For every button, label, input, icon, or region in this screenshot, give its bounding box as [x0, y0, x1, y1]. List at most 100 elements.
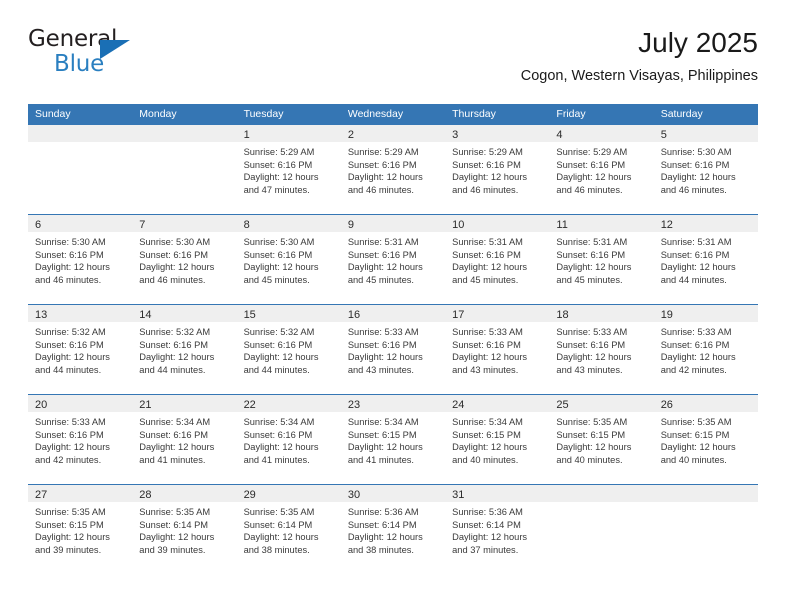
day-detail-line: Sunset: 6:14 PM	[347, 519, 417, 530]
day-cell-7[interactable]: 7 Sunrise: 5:30 AM Sunset: 6:16 PM Daylight…	[132, 215, 237, 304]
day-cell-8[interactable]: 8 Sunrise: 5:30 AM Sunset: 6:16 PM Daylight…	[236, 215, 341, 304]
day-cell-29[interactable]: 29 Sunrise: 5:35 AM Sunset: 6:14 PM Dayligh…	[236, 485, 341, 574]
day-detail-line: Sunrise: 5:36 AM	[347, 507, 419, 517]
day-number-band: 7	[132, 215, 237, 232]
day-cell-1[interactable]: 1 Sunrise: 5:29 AM Sunset: 6:16 PM Daylight…	[236, 125, 341, 214]
day-details: Sunrise: 5:32 AM Sunset: 6:16 PM Daylight:…	[237, 322, 341, 376]
day-number: 1	[243, 129, 250, 141]
day-detail-line: Sunset: 6:16 PM	[347, 339, 417, 350]
day-number-band: 13	[28, 305, 133, 322]
day-number-band: 28	[132, 485, 237, 502]
day-detail-line: and 39 minutes.	[35, 544, 102, 555]
day-detail-line: Sunset: 6:16 PM	[347, 249, 417, 260]
day-number-band: 27	[28, 485, 133, 502]
day-cell-6[interactable]: 6 Sunrise: 5:30 AM Sunset: 6:16 PM Daylight…	[28, 215, 133, 304]
day-detail-line: Sunrise: 5:33 AM	[35, 417, 106, 427]
day-detail-line: Sunset: 6:16 PM	[243, 339, 313, 350]
day-detail-line: and 44 minutes.	[139, 364, 206, 375]
day-detail-line: Sunrise: 5:35 AM	[243, 507, 315, 517]
day-detail-line: Daylight: 12 hours	[139, 532, 215, 543]
day-number: 28	[139, 489, 152, 501]
day-detail-line: Daylight: 12 hours	[35, 262, 110, 273]
day-cell-22[interactable]: 22 Sunrise: 5:34 AM Sunset: 6:16 PM Dayligh…	[236, 395, 341, 484]
day-details: Sunrise: 5:33 AM Sunset: 6:16 PM Daylight:…	[445, 322, 549, 376]
day-detail-line: Daylight: 12 hours	[347, 172, 423, 183]
day-cell-17[interactable]: 17 Sunrise: 5:33 AM Sunset: 6:16 PM Dayligh…	[445, 305, 550, 394]
day-cell-24[interactable]: 24 Sunrise: 5:34 AM Sunset: 6:15 PM Dayligh…	[445, 395, 550, 484]
day-cell-11[interactable]: 11 Sunrise: 5:31 AM Sunset: 6:16 PM Dayligh…	[549, 215, 654, 304]
day-cell-15[interactable]: 15 Sunrise: 5:32 AM Sunset: 6:16 PM Dayligh…	[236, 305, 341, 394]
day-detail-line: Sunrise: 5:32 AM	[139, 327, 211, 337]
day-cell-21[interactable]: 21 Sunrise: 5:34 AM Sunset: 6:16 PM Dayligh…	[132, 395, 237, 484]
day-detail-line: Sunrise: 5:35 AM	[35, 507, 106, 517]
day-detail-line: Daylight: 12 hours	[243, 172, 319, 183]
day-detail-line: Sunset: 6:16 PM	[139, 429, 209, 440]
day-detail-line: Daylight: 12 hours	[347, 352, 423, 363]
day-cell-14[interactable]: 14 Sunrise: 5:32 AM Sunset: 6:16 PM Dayligh…	[132, 305, 237, 394]
day-detail-line: Sunset: 6:15 PM	[347, 429, 417, 440]
day-detail-line: Daylight: 12 hours	[243, 262, 319, 273]
day-detail-line: and 45 minutes.	[452, 274, 519, 285]
day-cell-19[interactable]: 19 Sunrise: 5:33 AM Sunset: 6:16 PM Dayligh…	[653, 305, 758, 394]
day-detail-line: Daylight: 12 hours	[35, 352, 110, 363]
day-detail-line: Sunset: 6:16 PM	[243, 429, 313, 440]
day-details: Sunrise: 5:33 AM Sunset: 6:16 PM Daylight:…	[654, 322, 758, 376]
day-number: 11	[556, 219, 568, 231]
day-details: Sunrise: 5:31 AM Sunset: 6:16 PM Daylight:…	[445, 232, 549, 286]
day-cell-20[interactable]: 20 Sunrise: 5:33 AM Sunset: 6:16 PM Dayligh…	[28, 395, 133, 484]
day-cell-empty	[132, 125, 237, 214]
day-number-band: 21	[132, 395, 237, 412]
weekday-header-thursday: Thursday	[452, 108, 496, 120]
day-detail-line: Daylight: 12 hours	[347, 532, 423, 543]
day-details: Sunrise: 5:30 AM Sunset: 6:16 PM Daylight:…	[132, 232, 236, 286]
day-cell-10[interactable]: 10 Sunrise: 5:31 AM Sunset: 6:16 PM Dayligh…	[445, 215, 550, 304]
day-detail-line: Daylight: 12 hours	[347, 442, 423, 453]
day-cell-31[interactable]: 31 Sunrise: 5:36 AM Sunset: 6:14 PM Dayligh…	[445, 485, 550, 574]
weekday-header-tuesday: Tuesday	[243, 108, 284, 120]
day-number-band: 20	[28, 395, 133, 412]
day-details: Sunrise: 5:35 AM Sunset: 6:15 PM Daylight:…	[654, 412, 758, 466]
day-cell-9[interactable]: 9 Sunrise: 5:31 AM Sunset: 6:16 PM Daylight…	[340, 215, 446, 304]
day-detail-line: and 44 minutes.	[660, 274, 727, 285]
day-detail-line: Sunset: 6:15 PM	[35, 519, 104, 530]
day-number-band: 24	[445, 395, 550, 412]
day-details: Sunrise: 5:31 AM Sunset: 6:16 PM Daylight:…	[341, 232, 445, 286]
day-number-band: 22	[236, 395, 341, 412]
day-detail-line: Daylight: 12 hours	[660, 262, 736, 273]
day-cell-28[interactable]: 28 Sunrise: 5:35 AM Sunset: 6:14 PM Dayligh…	[132, 485, 237, 574]
general-blue-logo[interactable]: General Blue	[28, 26, 158, 82]
day-cell-30[interactable]: 30 Sunrise: 5:36 AM Sunset: 6:14 PM Dayligh…	[340, 485, 446, 574]
day-cell-23[interactable]: 23 Sunrise: 5:34 AM Sunset: 6:15 PM Dayligh…	[340, 395, 446, 484]
day-cell-2[interactable]: 2 Sunrise: 5:29 AM Sunset: 6:16 PM Daylight…	[340, 125, 446, 214]
day-cell-25[interactable]: 25 Sunrise: 5:35 AM Sunset: 6:15 PM Dayligh…	[549, 395, 654, 484]
day-detail-line: Sunrise: 5:29 AM	[347, 147, 419, 157]
week-row: 1 Sunrise: 5:29 AM Sunset: 6:16 PM Daylight…	[28, 125, 758, 214]
day-detail-line: Daylight: 12 hours	[243, 352, 319, 363]
day-number-band: 9	[340, 215, 446, 232]
weekday-header-sunday: Sunday	[35, 108, 71, 120]
day-detail-line: and 46 minutes.	[139, 274, 206, 285]
day-cell-13[interactable]: 13 Sunrise: 5:32 AM Sunset: 6:16 PM Dayligh…	[28, 305, 133, 394]
day-detail-line: Sunrise: 5:29 AM	[452, 147, 523, 157]
day-cell-18[interactable]: 18 Sunrise: 5:33 AM Sunset: 6:16 PM Dayligh…	[549, 305, 654, 394]
day-cell-16[interactable]: 16 Sunrise: 5:33 AM Sunset: 6:16 PM Dayligh…	[340, 305, 446, 394]
day-cell-27[interactable]: 27 Sunrise: 5:35 AM Sunset: 6:15 PM Dayligh…	[28, 485, 133, 574]
day-number: 26	[660, 399, 673, 411]
day-number-band: 6	[28, 215, 133, 232]
day-cell-4[interactable]: 4 Sunrise: 5:29 AM Sunset: 6:16 PM Daylight…	[549, 125, 654, 214]
day-cell-5[interactable]: 5 Sunrise: 5:30 AM Sunset: 6:16 PM Daylight…	[653, 125, 758, 214]
day-number: 27	[35, 489, 48, 501]
day-detail-line: Sunset: 6:14 PM	[452, 519, 521, 530]
day-details: Sunrise: 5:33 AM Sunset: 6:16 PM Daylight:…	[549, 322, 653, 376]
day-detail-line: Sunrise: 5:33 AM	[556, 327, 628, 337]
day-detail-line: and 37 minutes.	[452, 544, 519, 555]
day-detail-line: and 40 minutes.	[660, 454, 727, 465]
day-cell-12[interactable]: 12 Sunrise: 5:31 AM Sunset: 6:16 PM Dayligh…	[653, 215, 758, 304]
day-cell-3[interactable]: 3 Sunrise: 5:29 AM Sunset: 6:16 PM Daylight…	[445, 125, 550, 214]
day-number-band: 23	[340, 395, 446, 412]
day-detail-line: and 43 minutes.	[556, 364, 623, 375]
day-cell-26[interactable]: 26 Sunrise: 5:35 AM Sunset: 6:15 PM Dayligh…	[653, 395, 758, 484]
day-number: 18	[556, 309, 569, 321]
day-detail-line: Sunset: 6:16 PM	[556, 249, 626, 260]
day-detail-line: and 45 minutes.	[556, 274, 623, 285]
